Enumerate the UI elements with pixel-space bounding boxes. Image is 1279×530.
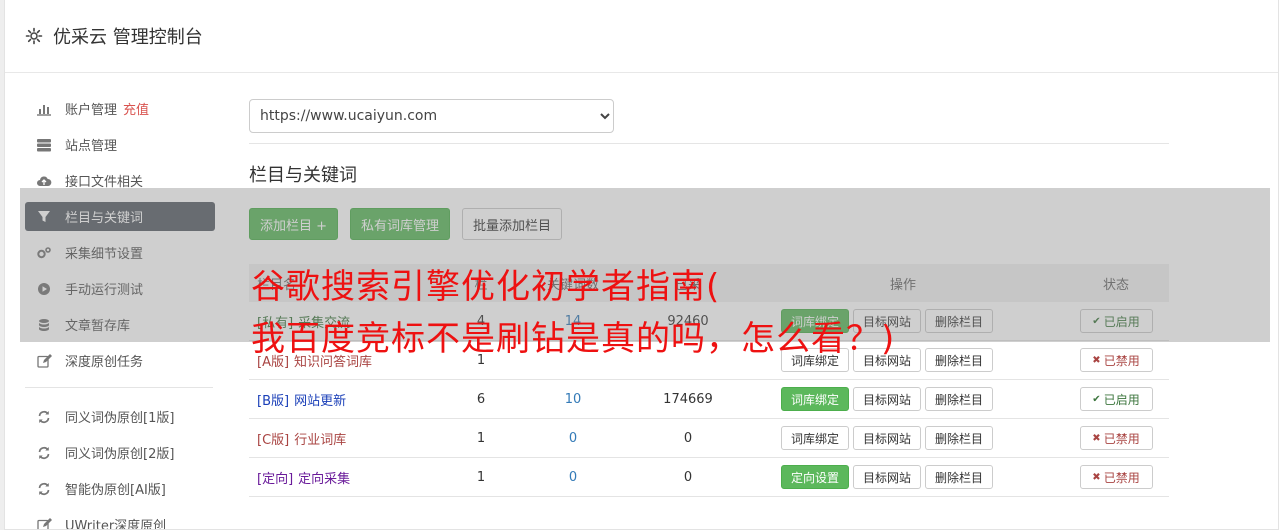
gear-icon [25, 27, 43, 45]
edit-icon [35, 517, 53, 529]
keyword-count-link[interactable]: 0 [513, 431, 633, 446]
overlay-title-line2: 我百度竞标不是刷钻是真的吗，怎么看？) [251, 319, 896, 359]
status-label: 已禁用 [1103, 431, 1140, 446]
table-row: [B版] 网站更新 6 10 174669 词库绑定 目标网站 删除栏目 ✔ 已启用 [249, 380, 1169, 419]
bind-lib-button[interactable]: 词库绑定 [781, 387, 850, 411]
cloud-upload-icon [35, 173, 53, 189]
ops-cell: 词库绑定 目标网站 删除栏目 [743, 426, 1063, 450]
count-cell: 1 [476, 430, 486, 446]
server-icon [35, 137, 53, 153]
sidebar-item-synonym-2[interactable]: 同义词伪原创[2版] [25, 438, 215, 467]
keyword-count-link[interactable]: 10 [513, 392, 633, 407]
column-name-cell: [定向] 定向采集 [249, 468, 449, 487]
overlay-title-line1: 谷歌搜索引擎优化初学者指南( [251, 267, 721, 307]
collected-count-cell: 0 [683, 430, 693, 446]
state-cell: ✖ 已禁用 [1063, 465, 1169, 489]
sidebar-divider [25, 387, 213, 388]
sidebar-item-label: 智能伪原创[AI版] [65, 483, 166, 498]
close-icon: ✖ [1092, 354, 1101, 366]
table-row: [C版] 行业词库 1 0 0 词库绑定 目标网站 删除栏目 ✖ 已禁用 [249, 419, 1169, 458]
state-cell: ✔ 已启用 [1063, 387, 1169, 411]
close-icon: ✖ [1092, 432, 1101, 444]
target-site-button[interactable]: 目标网站 [853, 426, 922, 450]
site-select[interactable]: https://www.ucaiyun.com [249, 99, 614, 133]
collected-count-cell: 0 [683, 469, 693, 485]
sidebar-item-deep-original[interactable]: 深度原创任务 [25, 346, 215, 375]
count-cell: 6 [476, 391, 486, 407]
status-toggle-button[interactable]: ✖ 已禁用 [1079, 465, 1153, 489]
check-icon: ✔ [1092, 393, 1101, 405]
delete-column-button[interactable]: 删除栏目 [925, 426, 994, 450]
target-site-button[interactable]: 目标网站 [853, 465, 922, 489]
ops-cell: 词库绑定 目标网站 删除栏目 [743, 387, 1063, 411]
table-row: [定向] 定向采集 1 0 0 定向设置 目标网站 删除栏目 ✖ 已禁用 [249, 458, 1169, 497]
sidebar-item-ai-original[interactable]: 智能伪原创[AI版] [25, 474, 215, 503]
sidebar-item-label: 账户管理 [65, 103, 118, 118]
column-tag: [C版] [257, 432, 290, 448]
delete-column-button[interactable]: 删除栏目 [925, 387, 994, 411]
status-toggle-button[interactable]: ✖ 已禁用 [1079, 426, 1153, 450]
count-cell: 1 [476, 469, 486, 485]
console-panel: 优采云 管理控制台 账户管理 充值 站点管理 接口文件相关 栏目与关键词 采集细节设置 手动… [4, 0, 1279, 530]
sidebar-item-account[interactable]: 账户管理 充值 [25, 94, 215, 123]
status-label: 已禁用 [1103, 470, 1140, 485]
sidebar-item-label: 同义词伪原创[2版] [65, 447, 175, 462]
target-site-button[interactable]: 目标网站 [853, 387, 922, 411]
state-cell: ✖ 已禁用 [1063, 348, 1169, 372]
main-content: https://www.ucaiyun.com 栏目与关键词 添加栏目 + 私有… [249, 99, 1169, 497]
status-label: 已禁用 [1103, 353, 1140, 368]
column-name-link[interactable]: 网站更新 [294, 394, 346, 409]
keyword-count-link[interactable]: 0 [513, 470, 633, 485]
refresh-icon [35, 445, 53, 461]
sidebar-item-sites[interactable]: 站点管理 [25, 130, 215, 159]
sidebar-item-label: 深度原创任务 [65, 355, 144, 370]
recharge-link[interactable]: 充值 [123, 99, 149, 118]
status-toggle-button[interactable]: ✖ 已禁用 [1079, 348, 1153, 372]
sidebar-item-label: UWriter深度原创 [65, 519, 167, 530]
ops-cell: 定向设置 目标网站 删除栏目 [743, 465, 1063, 489]
divider [249, 143, 1169, 144]
section-title: 栏目与关键词 [249, 165, 357, 186]
column-tag: [定向] [257, 471, 294, 487]
close-icon: ✖ [1092, 471, 1101, 483]
column-name-link[interactable]: 定向采集 [298, 472, 350, 487]
column-name-link[interactable]: 行业词库 [294, 433, 346, 448]
sidebar-item-synonym-1[interactable]: 同义词伪原创[1版] [25, 402, 215, 431]
refresh-icon [35, 481, 53, 497]
column-name-cell: [B版] 网站更新 [249, 390, 449, 409]
column-name-cell: [C版] 行业词库 [249, 429, 449, 448]
status-toggle-button[interactable]: ✔ 已启用 [1079, 387, 1153, 411]
delete-column-button[interactable]: 删除栏目 [925, 348, 994, 372]
bind-lib-button[interactable]: 定向设置 [781, 465, 850, 489]
sidebar-item-uwriter[interactable]: UWriter深度原创 [25, 510, 215, 530]
page-header: 优采云 管理控制台 [5, 0, 1278, 73]
sidebar-item-label: 同义词伪原创[1版] [65, 411, 175, 426]
status-label: 已启用 [1103, 392, 1140, 407]
bar-chart-icon [35, 101, 53, 117]
edit-icon [35, 353, 53, 369]
delete-column-button[interactable]: 删除栏目 [925, 465, 994, 489]
column-tag: [B版] [257, 393, 290, 409]
refresh-icon [35, 409, 53, 425]
sidebar-item-label: 站点管理 [65, 139, 118, 154]
state-cell: ✖ 已禁用 [1063, 426, 1169, 450]
bind-lib-button[interactable]: 词库绑定 [781, 426, 850, 450]
page-title: 优采云 管理控制台 [53, 27, 203, 48]
collected-count-cell: 174669 [663, 391, 713, 407]
